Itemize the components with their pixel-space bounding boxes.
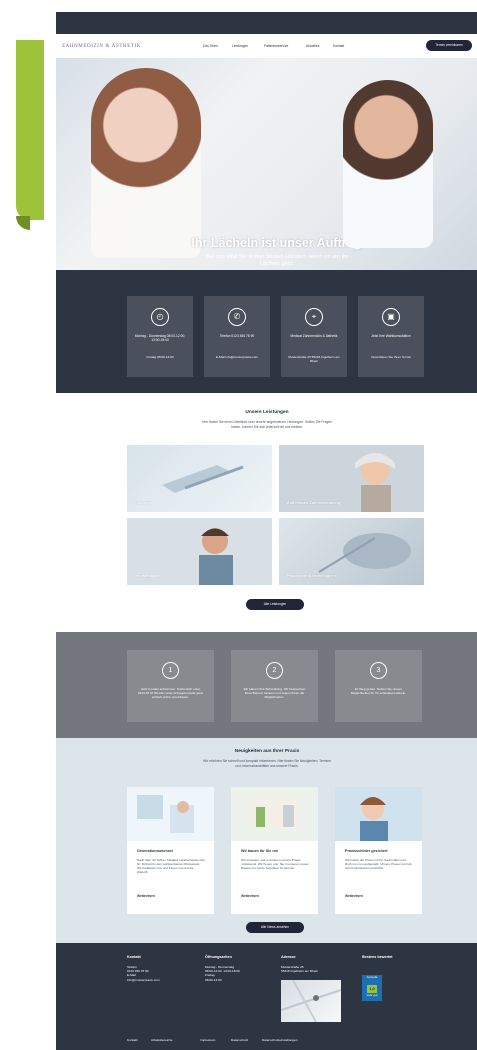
footer-address: Adresse Musterstraße 25 55218 Ingelheim … bbox=[281, 955, 357, 973]
info-card-text: Telefon 0123 456 78 90 bbox=[219, 334, 255, 338]
info-card-text: Medical Zahnmedizin & Ästhetik bbox=[290, 334, 338, 338]
nav-link-kontakt[interactable]: Kontakt bbox=[333, 44, 344, 48]
step-text: Ihr Weg gehen. Nutzen Sie unsere Möglich… bbox=[350, 687, 407, 696]
hero-title: Ihr Lächeln ist unser Auftrag. bbox=[191, 236, 365, 250]
service-tile-prophylaxis[interactable]: Prophylaxe & Mundhygiene bbox=[279, 518, 424, 585]
hero-subtitle: Bei uns sind Sie in den besten Händen, w… bbox=[205, 254, 349, 267]
footer-link[interactable]: Datenschutz bbox=[231, 1038, 248, 1042]
location-map[interactable] bbox=[280, 979, 342, 1023]
badge-bottom: sehr gut bbox=[366, 993, 378, 997]
news-card[interactable]: Generationswechsel Nach über 30 Jahren T… bbox=[127, 787, 214, 914]
badge-top: Jameda bbox=[366, 975, 378, 979]
footer-heading: Adresse bbox=[281, 955, 296, 959]
services-section: Unsere Leistungen Hier finden Sie einen … bbox=[56, 393, 477, 632]
all-services-button[interactable]: Alle Leistungen bbox=[246, 599, 304, 610]
news-card[interactable]: Wir bauen für Sie um Wir erweitern und r… bbox=[231, 787, 318, 914]
news-section: Neuigkeiten aus Ihrer Praxis Wir möchten… bbox=[56, 738, 477, 943]
info-card-text: Musterstraße 25 55218 Ingelheim am Rhein bbox=[288, 355, 340, 364]
news-card-body: Wir erweitern und renovieren unsere Prax… bbox=[241, 858, 309, 871]
site-logo[interactable]: ZAHNMEDIZIN & ÄSTHETIK bbox=[62, 44, 141, 49]
step-text: Wir planen Ihre Behandlung. Wir besprech… bbox=[243, 687, 306, 700]
step-number: 3 bbox=[370, 662, 387, 679]
footer-line: 08:00-13:00 bbox=[205, 977, 222, 982]
news-card[interactable]: Praxisschilder gesichert Wir haben die P… bbox=[335, 787, 422, 914]
info-card-text: Freitag 08:00-13:00 bbox=[146, 355, 174, 359]
info-card-text: Vereinbaren Sie Ihren Termin bbox=[370, 355, 411, 359]
footer-link[interactable]: Kontakt bbox=[127, 1038, 138, 1042]
phone-icon: ✆ bbox=[228, 308, 246, 326]
process-step-1: 1 Jetzt Kontakt aufnehmen. Telefonisch u… bbox=[127, 650, 214, 722]
services-text: Hier finden Sie einen Überblick über uns… bbox=[202, 420, 332, 429]
news-card-title: Generationswechsel bbox=[137, 849, 173, 853]
news-card-body: Wir haben die Praxis mit Dr. Steinmüller… bbox=[345, 858, 412, 871]
news-card-link[interactable]: Weiterlesen bbox=[345, 894, 363, 898]
services-title: Unsere Leistungen bbox=[245, 410, 289, 415]
footer-hours: Öffnungszeiten Montag - Donnerstag 08:00… bbox=[205, 955, 281, 982]
green-accent-tab bbox=[16, 40, 44, 230]
footer-link[interactable]: Impressum bbox=[200, 1038, 215, 1042]
footer-heading: Bestens bewertet bbox=[362, 955, 393, 959]
hero-banner: Ihr Lächeln ist unser Auftrag. Bei uns s… bbox=[56, 58, 477, 296]
info-card-text: E-Mail info@musterpraxis.com bbox=[215, 355, 259, 359]
footer-rating: Bestens bewertet bbox=[362, 955, 432, 965]
clock-icon: ◴ bbox=[151, 308, 169, 326]
service-tile-label: Prophylaxe & Mundhygiene bbox=[287, 574, 337, 578]
info-card-hours: ◴ Montag - Donnerstag 08:00-12:00, 13:00… bbox=[127, 296, 193, 377]
footer-link[interactable]: Datenschutzeinstellungen bbox=[262, 1038, 297, 1042]
info-card-text: Jetzt Ihre Wahlkonsultation bbox=[371, 334, 411, 338]
footer-heading: Öffnungszeiten bbox=[205, 955, 232, 959]
service-tile-aesthetic[interactable]: Ästhetische Zahnbehandlung bbox=[279, 445, 424, 512]
news-card-link[interactable]: Weiterlesen bbox=[137, 894, 155, 898]
news-text: Wir möchten Sie schnell und kompakt info… bbox=[203, 759, 331, 768]
appointment-button[interactable]: Termin vereinbaren bbox=[426, 40, 472, 51]
info-card-appointment[interactable]: ▣ Jetzt Ihre Wahlkonsultation Vereinbare… bbox=[358, 296, 424, 377]
step-number: 2 bbox=[266, 662, 283, 679]
nav-link-aktuelles[interactable]: Aktuelles bbox=[306, 44, 319, 48]
footer-line: 55218 Ingelheim am Rhein bbox=[281, 969, 318, 974]
news-image-office bbox=[127, 787, 214, 841]
nav-link-team[interactable]: Das Team bbox=[203, 44, 218, 48]
service-tile-implantology[interactable]: Implantologie bbox=[127, 518, 272, 585]
news-card-link[interactable]: Weiterlesen bbox=[241, 894, 259, 898]
process-section: 1 Jetzt Kontakt aufnehmen. Telefonisch u… bbox=[56, 632, 477, 738]
service-tile-label: Chirurgie bbox=[135, 501, 152, 505]
news-card-title: Wir bauen für Sie um bbox=[241, 849, 278, 853]
main-navigation: ZAHNMEDIZIN & ÄSTHETIK Das Team Leistung… bbox=[56, 34, 477, 58]
calendar-icon: ▣ bbox=[382, 308, 400, 326]
news-image-patient bbox=[335, 787, 422, 841]
service-tile-label: Ästhetische Zahnbehandlung bbox=[287, 501, 341, 505]
top-strip bbox=[56, 12, 477, 34]
process-step-2: 2 Wir planen Ihre Behandlung. Wir bespre… bbox=[231, 650, 318, 722]
news-card-title: Praxisschilder gesichert bbox=[345, 849, 388, 853]
nav-link-leistungen[interactable]: Leistungen bbox=[232, 44, 248, 48]
process-step-3: 3 Ihr Weg gehen. Nutzen Sie unsere Mögli… bbox=[335, 650, 422, 722]
info-card-text: Montag - Donnerstag 08:00-12:00, 13:00-1… bbox=[134, 334, 186, 343]
map-pin-icon: ⌖ bbox=[305, 308, 323, 326]
footer: Kontakt Telefon 0123 456 78 90 E-Mail in… bbox=[56, 943, 477, 1050]
news-image-renovation bbox=[231, 787, 318, 841]
footer-line[interactable]: info@musterpraxis.com bbox=[127, 978, 203, 982]
info-section: ◴ Montag - Donnerstag 08:00-12:00, 13:00… bbox=[56, 270, 477, 393]
map-graphic bbox=[280, 979, 342, 1023]
service-tile-chirurgie[interactable]: Chirurgie bbox=[127, 445, 272, 512]
nav-link-patientenservice[interactable]: Patientenservice bbox=[264, 44, 288, 48]
rating-badge[interactable]: Jameda 1,0 sehr gut bbox=[362, 975, 382, 1001]
service-tile-label: Implantologie bbox=[135, 574, 160, 578]
all-news-button[interactable]: Alle News ansehen bbox=[246, 922, 304, 933]
news-title: Neuigkeiten aus Ihrer Praxis bbox=[234, 749, 300, 754]
info-card-location: ⌖ Medical Zahnmedizin & Ästhetik Musters… bbox=[281, 296, 347, 377]
webpage-screenshot: ZAHNMEDIZIN & ÄSTHETIK Das Team Leistung… bbox=[56, 12, 477, 1050]
step-text: Jetzt Kontakt aufnehmen. Telefonisch unt… bbox=[137, 687, 204, 700]
step-number: 1 bbox=[162, 662, 179, 679]
footer-contact: Kontakt Telefon 0123 456 78 90 E-Mail in… bbox=[127, 955, 203, 982]
footer-link[interactable]: Arbeitsbereiche bbox=[151, 1038, 173, 1042]
news-card-body: Nach über 30 Jahren Tätigkeit verabschie… bbox=[137, 858, 205, 875]
badge-score: 1,0 bbox=[367, 985, 377, 993]
info-card-phone: ✆ Telefon 0123 456 78 90 E-Mail info@mus… bbox=[204, 296, 270, 377]
footer-heading: Kontakt bbox=[127, 955, 141, 959]
